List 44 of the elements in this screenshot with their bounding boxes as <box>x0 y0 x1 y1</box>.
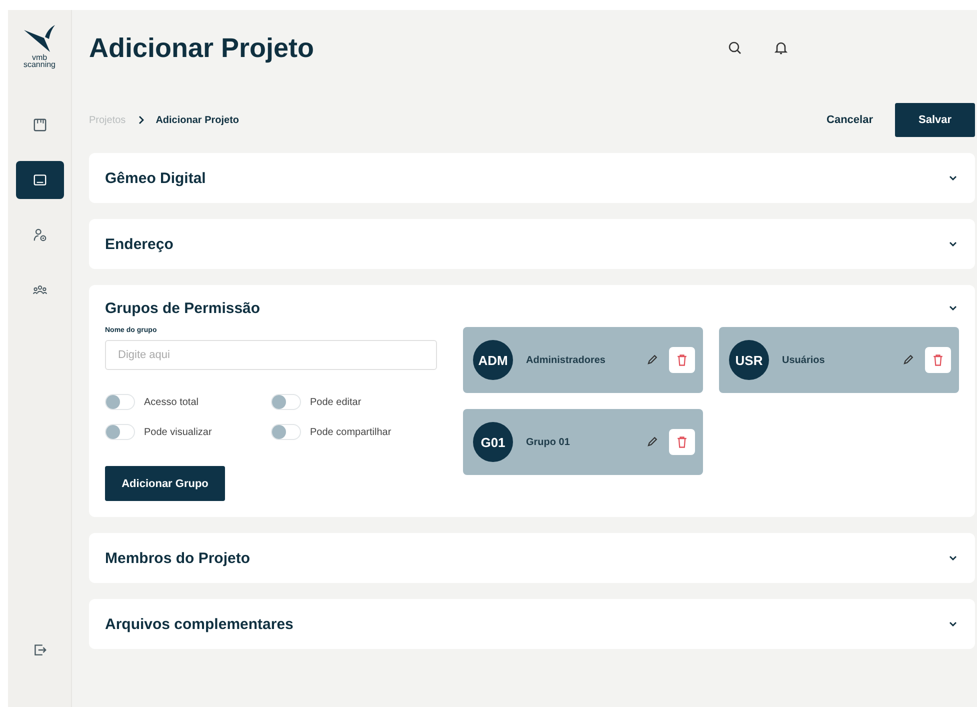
group-name: Administradores <box>526 354 606 366</box>
section-title[interactable]: Grupos de Permissão <box>105 300 947 316</box>
group-avatar: ADM <box>473 340 513 380</box>
search-icon[interactable] <box>727 40 743 56</box>
section-title[interactable]: Endereço <box>105 236 947 252</box>
save-button[interactable]: Salvar <box>895 103 975 137</box>
section-title[interactable]: Gêmeo Digital <box>105 170 947 186</box>
toggle-switch[interactable] <box>271 394 301 410</box>
trash-icon <box>675 435 689 449</box>
edit-icon[interactable] <box>645 435 659 449</box>
board-icon <box>32 117 48 133</box>
logo-text: scanning <box>23 61 56 68</box>
page-title: Adicionar Projeto <box>89 32 316 64</box>
section-title[interactable]: Arquivos complementares <box>105 616 947 632</box>
group-avatar: G01 <box>473 422 513 462</box>
toggle-label: Pode compartilhar <box>310 426 392 438</box>
toggle-switch[interactable] <box>105 424 135 440</box>
logout-icon <box>32 642 48 658</box>
delete-button[interactable] <box>669 429 695 455</box>
group-name: Usuários <box>782 354 826 366</box>
logo-text: vmb <box>32 54 48 61</box>
bird-logo-icon <box>22 24 56 54</box>
delete-button[interactable] <box>925 347 951 373</box>
edit-icon[interactable] <box>645 353 659 367</box>
trash-icon <box>675 353 689 367</box>
toggle-switch[interactable] <box>105 394 135 410</box>
group-name: Grupo 01 <box>526 436 571 448</box>
add-group-button[interactable]: Adicionar Grupo <box>105 466 225 501</box>
nav-button[interactable] <box>16 161 64 199</box>
cancel-button[interactable]: Cancelar <box>826 114 873 126</box>
toggle-label: Acesso total <box>144 396 198 408</box>
group-name-field[interactable]: Digite aqui <box>105 340 437 370</box>
toggle-label: Pode editar <box>310 396 362 408</box>
bell-icon[interactable] <box>773 40 789 56</box>
delete-button[interactable] <box>669 347 695 373</box>
user-icon <box>32 227 48 243</box>
trash-icon <box>931 353 945 367</box>
edit-icon[interactable] <box>901 353 915 367</box>
group-avatar: USR <box>729 340 769 380</box>
toggle-switch[interactable] <box>271 424 301 440</box>
toggle-label: Pode visualizar <box>144 426 212 438</box>
breadcrumb-current: Adicionar Projeto <box>156 114 240 126</box>
section-title[interactable]: Membros do Projeto <box>105 550 947 566</box>
screen-icon <box>32 172 48 188</box>
